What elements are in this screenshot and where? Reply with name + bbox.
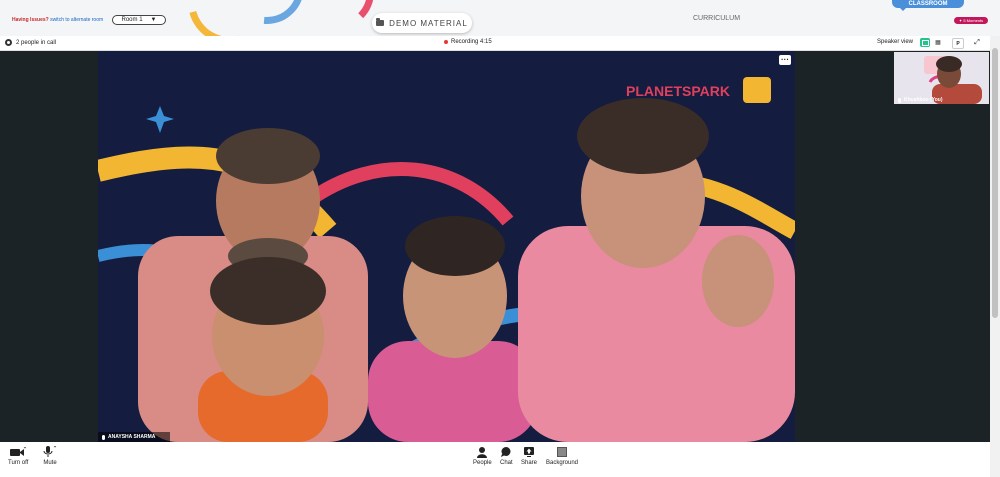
speaker-view-icon[interactable] (920, 38, 930, 47)
share-button[interactable]: Share (521, 446, 537, 466)
folder-icon (376, 18, 385, 26)
fullscreen-icon[interactable]: ⤢ (972, 38, 982, 47)
speaker-view-label: Speaker view (877, 39, 914, 45)
main-video-feed: PLANETSPARK (98, 51, 795, 442)
star-icon (146, 106, 174, 133)
decorative-arc-pink (300, 0, 374, 29)
top-header: Having Issues? switch to alternate room … (0, 0, 1000, 60)
p-button[interactable]: P (952, 38, 964, 49)
raised-hand (702, 235, 774, 327)
people-in-call-text: 2 people in call (16, 39, 57, 46)
background-icon (557, 446, 568, 458)
background-wave-pink (303, 161, 514, 226)
brand-text: PLANETSPARK (626, 83, 730, 99)
chat-button[interactable]: Chat (500, 446, 513, 466)
people-button[interactable]: People (473, 446, 492, 466)
mic-icon (898, 97, 901, 103)
background-label: Background (546, 460, 579, 466)
recording-indicator: Recording 4:15 (444, 39, 492, 45)
self-video-tile[interactable]: Khushboo (You) (894, 52, 989, 104)
people-count: 2 people in call (5, 39, 56, 46)
chat-icon (501, 446, 511, 458)
recording-dot-icon (444, 40, 448, 44)
participant-name: ANAYSHA SHARMA (108, 434, 156, 440)
classroom-pointer (900, 8, 906, 11)
classroom-tab[interactable]: CLASSROOM (892, 0, 964, 8)
bottom-controls: Turn off Mute People Chat Share Backgrou… (0, 442, 990, 477)
chevron-down-icon: ▼ (150, 17, 157, 23)
mute-label: Mute (43, 460, 57, 466)
room-select-value: Room 1 (121, 17, 143, 23)
share-label: Share (521, 460, 538, 466)
issues-notice: Having Issues? switch to alternate room (12, 17, 103, 23)
people-label: People (473, 460, 492, 466)
mic-icon (102, 434, 105, 440)
more-icon[interactable]: ··· (779, 55, 791, 65)
demo-material-label: DEMO MATERIAL (389, 18, 468, 28)
demo-material-button[interactable]: DEMO MATERIAL (372, 13, 472, 33)
mic-icon (43, 446, 57, 458)
moments-badge[interactable]: ✦ 5 Moments (954, 17, 988, 24)
grid-view-icon[interactable]: ▦ (933, 38, 943, 47)
turn-off-label: Turn off (8, 460, 29, 466)
gear-icon[interactable] (5, 39, 12, 46)
switch-room-link[interactable]: switch to alternate room (50, 17, 103, 23)
brand-logo (743, 77, 771, 103)
share-icon (524, 446, 534, 458)
chat-label: Chat (500, 460, 513, 466)
self-name-tag: Khushboo (You) (894, 96, 989, 104)
recording-text: Recording 4:15 (451, 39, 492, 45)
curriculum-tab[interactable]: CURRICULUM (693, 15, 740, 22)
scrollbar-thumb[interactable] (992, 48, 998, 318)
turn-off-camera-button[interactable]: Turn off (8, 446, 28, 466)
background-button[interactable]: Background (546, 446, 578, 466)
camera-icon (10, 446, 27, 458)
issues-text: Having Issues? (12, 17, 49, 23)
page-scrollbar[interactable] (990, 36, 1000, 477)
self-name: Khushboo (You) (904, 97, 943, 103)
video-frame-illustration: PLANETSPARK (98, 77, 795, 442)
participant-name-tag: ANAYSHA SHARMA (98, 432, 170, 442)
call-info-bar: 2 people in call Recording 4:15 Speaker … (0, 36, 990, 51)
person-icon (477, 446, 488, 458)
room-select[interactable]: Room 1 ▼ (112, 15, 166, 25)
mute-button[interactable]: Mute (43, 446, 57, 466)
